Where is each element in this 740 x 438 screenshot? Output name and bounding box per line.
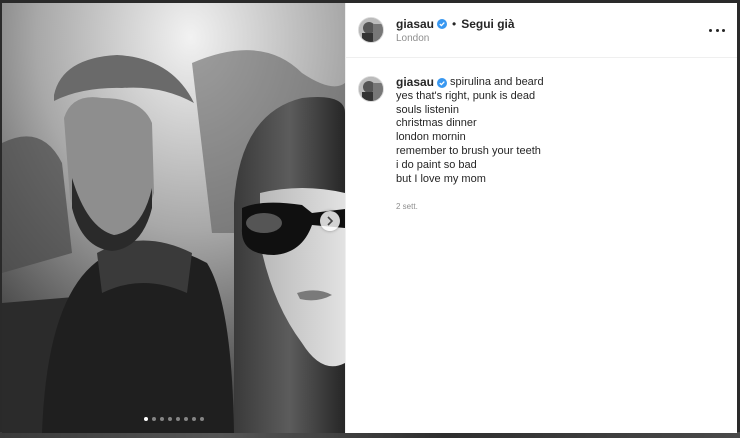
- post-timestamp[interactable]: 2 sett.: [396, 200, 544, 214]
- verified-badge-icon: [437, 18, 448, 29]
- caption-line: christmas dinner: [396, 117, 477, 130]
- caption-line: spirulina and beard: [450, 76, 544, 88]
- author-avatar[interactable]: [358, 17, 384, 43]
- carousel-dot: [175, 417, 180, 421]
- caption-line: souls listenin: [396, 103, 459, 116]
- caption-line: but I love my mom: [396, 172, 486, 185]
- post-modal: giasau • Segui già London giasau spiruli…: [2, 3, 737, 433]
- separator-dot: •: [452, 16, 457, 31]
- carousel-dot: [167, 417, 172, 421]
- carousel-dot: [159, 417, 164, 421]
- caption-line: i do paint so bad: [396, 158, 477, 171]
- caption-body: giasau spirulina and beard yes that's ri…: [396, 75, 544, 214]
- caption-username[interactable]: giasau: [396, 75, 434, 90]
- carousel-indicator: [2, 417, 345, 421]
- post-header: giasau • Segui già London: [346, 3, 737, 58]
- caption-avatar[interactable]: [358, 76, 384, 102]
- avatar-image: [359, 18, 383, 42]
- caption-comment: giasau spirulina and beard yes that's ri…: [346, 58, 737, 214]
- carousel-dot: [143, 417, 148, 421]
- carousel-next-button[interactable]: [320, 211, 340, 231]
- carousel-dot: [199, 417, 204, 421]
- caption-line: yes that's right, punk is dead: [396, 89, 536, 102]
- follow-button[interactable]: Segui già: [461, 17, 514, 31]
- post-side-panel: giasau • Segui già London giasau spiruli…: [345, 3, 737, 433]
- location-link[interactable]: London: [396, 33, 515, 44]
- header-info: giasau • Segui già London: [396, 17, 515, 44]
- author-username[interactable]: giasau: [396, 17, 434, 31]
- more-options-icon[interactable]: [709, 23, 725, 37]
- carousel-dot: [191, 417, 196, 421]
- carousel-dot: [151, 417, 156, 421]
- chevron-right-icon: [327, 216, 334, 226]
- post-media[interactable]: [2, 3, 345, 433]
- caption-line: london mornin: [396, 131, 466, 144]
- caption-line: remember to brush your teeth: [396, 144, 541, 157]
- verified-badge-icon: [437, 77, 448, 88]
- avatar-image: [359, 77, 383, 101]
- carousel-dot: [183, 417, 188, 421]
- post-photo: [2, 3, 345, 433]
